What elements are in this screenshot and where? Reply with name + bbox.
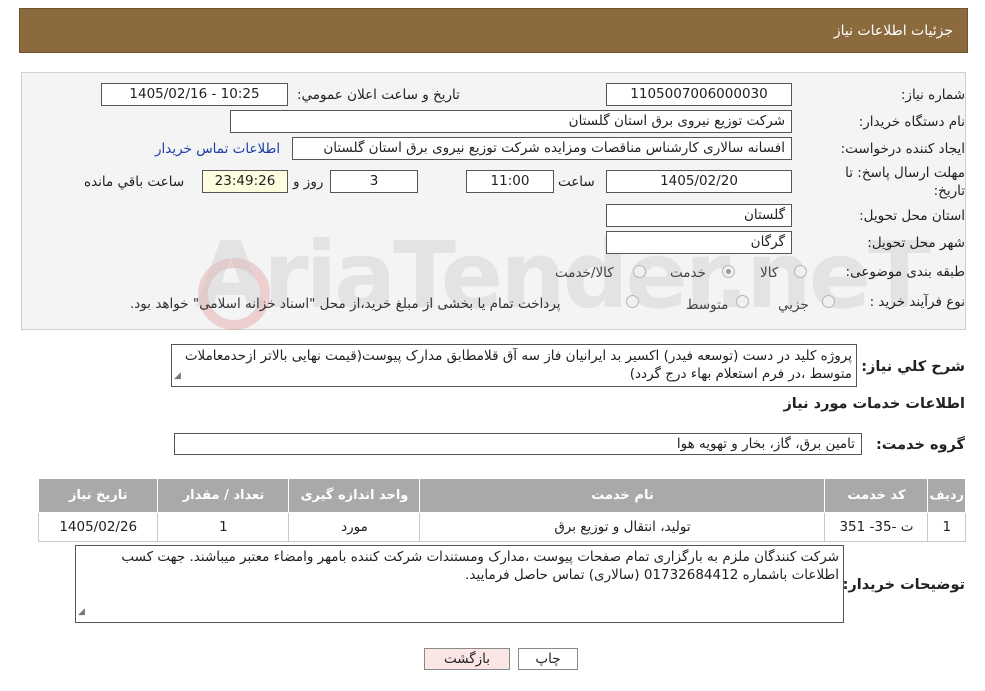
- watermark-logo-icon: [198, 258, 270, 330]
- resize-grip-icon[interactable]: ◢: [174, 367, 181, 385]
- category-option-goods: کالا: [760, 265, 779, 281]
- buyer-notes-label: توضیحات خریدار:: [842, 577, 965, 593]
- cell-row-number: 1: [927, 512, 966, 542]
- announce-date-field: 1405/02/16 - 10:25: [101, 83, 288, 106]
- column-header-quantity: تعداد / مقدار: [157, 478, 290, 513]
- province-label: استان محل تحویل:: [859, 208, 965, 224]
- category-radio-service[interactable]: [722, 265, 735, 278]
- process-radio-medium[interactable]: [736, 295, 749, 308]
- process-option-minor: جزیي: [778, 297, 809, 313]
- services-section-title: اطلاعات خدمات مورد نیاز: [783, 396, 965, 412]
- resize-grip-icon[interactable]: ◢: [78, 603, 85, 621]
- days-remaining-field: 3: [330, 170, 418, 193]
- deadline-time-label: ساعت: [558, 174, 595, 190]
- cell-unit: مورد: [288, 512, 421, 542]
- city-label: شهر محل تحویل:: [867, 235, 965, 251]
- print-button[interactable]: چاپ: [518, 648, 578, 670]
- need-number-field: 1105007006000030: [606, 83, 792, 106]
- back-button[interactable]: بازگشت: [424, 648, 510, 670]
- city-field: گرگان: [606, 231, 792, 254]
- column-header-need-date: تاریخ نیاز: [37, 478, 159, 513]
- remaining-time-field: 23:49:26: [202, 170, 288, 193]
- services-table: ردیف کد خدمت نام خدمت واحد اندازه گیری ت…: [37, 478, 966, 542]
- category-radio-goods-service[interactable]: [633, 265, 646, 278]
- process-note: پرداخت تمام یا بخشی از مبلغ خرید،از محل …: [130, 296, 561, 312]
- deadline-time-field: 11:00: [466, 170, 554, 193]
- service-group-label: گروه خدمت:: [875, 437, 965, 453]
- process-option-medium: متوسط: [686, 297, 729, 313]
- page-header: جزئیات اطلاعات نیاز: [19, 8, 968, 53]
- table-header-row: ردیف کد خدمت نام خدمت واحد اندازه گیری ت…: [37, 478, 966, 513]
- process-label: نوع فرآیند خرید :: [869, 294, 965, 310]
- announce-date-label: تاریخ و ساعت اعلان عمومي:: [297, 87, 460, 103]
- column-header-row-number: ردیف: [927, 478, 966, 513]
- category-label: طبقه بندی موضوعی:: [845, 264, 965, 280]
- process-radio-minor[interactable]: [822, 295, 835, 308]
- buyer-notes-text: شرکت کنندگان ملزم به بارگزاری تمام صفحات…: [121, 549, 839, 583]
- process-checkbox-treasury[interactable]: [626, 295, 639, 308]
- deadline-date-field: 1405/02/20: [606, 170, 792, 193]
- buyer-notes-textarea[interactable]: شرکت کنندگان ملزم به بارگزاری تمام صفحات…: [75, 545, 844, 623]
- province-field: گلستان: [606, 204, 792, 227]
- remaining-time-label: ساعت باقي مانده: [84, 174, 185, 190]
- need-number-label: شماره نیاز:: [900, 87, 965, 103]
- category-option-service: خدمت: [670, 265, 706, 281]
- creator-label: ایجاد کننده درخواست:: [840, 141, 965, 157]
- cell-service-name: تولید، انتقال و توزیع برق: [419, 512, 826, 542]
- creator-field: افسانه سالاری کارشناس مناقصات ومزایده شر…: [292, 137, 792, 160]
- category-radio-goods[interactable]: [794, 265, 807, 278]
- summary-label: شرح کلي نیاز:: [861, 359, 965, 375]
- buyer-org-label: نام دستگاه خریدار:: [858, 114, 965, 130]
- summary-text: پروژه کلید در دست (توسعه فیدر) اکسیر بد …: [184, 348, 852, 382]
- summary-textarea[interactable]: پروژه کلید در دست (توسعه فیدر) اکسیر بد …: [171, 344, 857, 387]
- cell-service-code: ت -35- 351: [824, 512, 929, 542]
- cell-quantity: 1: [157, 512, 290, 542]
- column-header-service-name: نام خدمت: [419, 478, 826, 513]
- buyer-contact-link[interactable]: اطلاعات تماس خریدار: [155, 141, 280, 157]
- deadline-label: مهلت ارسال پاسخ: تا: [845, 165, 965, 181]
- service-group-field: تامین برق، گاز، بخار و تهویه هوا: [174, 433, 862, 455]
- deadline-label-date: تاریخ:: [933, 183, 965, 199]
- days-label: روز و: [293, 174, 324, 190]
- category-option-goods-service: کالا/خدمت: [555, 265, 614, 281]
- column-header-unit: واحد اندازه گیری: [288, 478, 421, 513]
- table-row: 1 ت -35- 351 تولید، انتقال و توزیع برق م…: [37, 512, 966, 542]
- cell-need-date: 1405/02/26: [37, 512, 159, 542]
- column-header-service-code: کد خدمت: [824, 478, 929, 513]
- page-title: جزئیات اطلاعات نیاز: [833, 23, 953, 39]
- buyer-org-field: شرکت توزیع نیروی برق استان گلستان: [230, 110, 792, 133]
